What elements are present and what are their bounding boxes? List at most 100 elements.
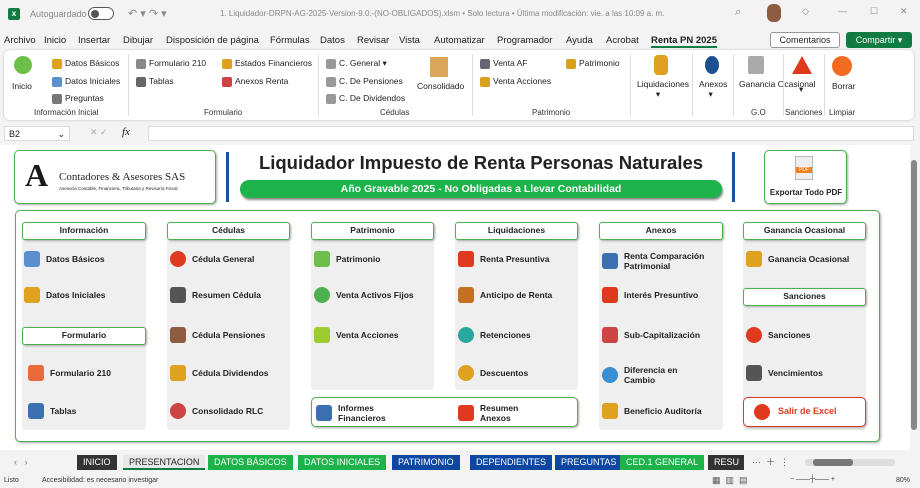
sheet-tab[interactable]: DATOS BÁSICOS bbox=[208, 455, 293, 470]
ribbon-c-pensiones[interactable]: C. De Pensiones bbox=[326, 76, 403, 87]
sheet-nav-arrows[interactable]: ‹ › bbox=[14, 457, 28, 467]
menu-datos[interactable]: Datos bbox=[320, 35, 345, 46]
item-anticipo[interactable]: Anticipo de Renta bbox=[458, 287, 583, 303]
vertical-scrollbar[interactable] bbox=[910, 150, 918, 450]
home-icon[interactable] bbox=[14, 56, 32, 74]
item-resumen-cedula[interactable]: Resumen Cédula bbox=[170, 287, 295, 303]
ribbon-c-general[interactable]: C. General ▾ bbox=[326, 58, 387, 69]
item-vencimientos[interactable]: Vencimientos bbox=[746, 365, 871, 381]
search-icon[interactable]: ⌕ bbox=[735, 6, 741, 19]
item-informes-financieros[interactable]: Informes Financieros bbox=[316, 403, 441, 423]
menu-dibujar[interactable]: Dibujar bbox=[123, 35, 153, 46]
menu-programador[interactable]: Programador bbox=[497, 35, 552, 46]
fx-icon[interactable]: fx bbox=[122, 126, 130, 138]
section-liquidaciones: Liquidaciones bbox=[455, 222, 578, 240]
item-renta-comparacion[interactable]: Renta Comparación Patrimonial bbox=[602, 251, 727, 271]
ribbon-anexos[interactable]: Anexos ▾ bbox=[699, 79, 727, 100]
formula-input[interactable] bbox=[148, 126, 914, 141]
menu-automatizar[interactable]: Automatizar bbox=[434, 35, 485, 46]
ribbon-c-dividendos[interactable]: C. De Dividendos bbox=[326, 93, 405, 104]
menu-vista[interactable]: Vista bbox=[399, 35, 420, 46]
comments-button[interactable]: Comentarios bbox=[770, 32, 840, 48]
autosave-toggle[interactable] bbox=[88, 7, 114, 20]
menu-archivo[interactable]: Archivo bbox=[4, 35, 36, 46]
sheet-tab[interactable]: DATOS INICIALES bbox=[298, 455, 387, 470]
add-sheet-button[interactable]: ⋯ ＋ ⋮ bbox=[752, 455, 789, 468]
item-ganancia-ocasional[interactable]: Ganancia Ocasional bbox=[746, 251, 871, 267]
ribbon-inicio[interactable]: Inicio bbox=[12, 81, 32, 91]
ribbon-datos-iniciales[interactable]: Datos Iniciales bbox=[52, 76, 120, 87]
logo-mark: A bbox=[25, 157, 49, 193]
item-resumen-anexos[interactable]: Resumen Anexos bbox=[458, 403, 583, 423]
item-beneficio-auditoria[interactable]: Beneficio Auditoría bbox=[602, 403, 727, 419]
menu-disposicion[interactable]: Disposición de página bbox=[166, 35, 259, 46]
formula-bar: B2 ⌄ ✕ ✓ fx bbox=[0, 124, 920, 142]
exit-excel-button[interactable]: Salir de Excel bbox=[743, 397, 866, 427]
sheet-tab[interactable]: INICIO bbox=[77, 455, 117, 470]
warning-icon[interactable] bbox=[792, 56, 812, 74]
item-cedula-dividendos[interactable]: Cédula Dividendos bbox=[170, 365, 295, 381]
sanciones-dropdown[interactable]: ▾ bbox=[799, 84, 803, 95]
sheet-tab[interactable]: PRESENTACION bbox=[123, 455, 206, 470]
section-patrimonio: Patrimonio bbox=[311, 222, 434, 240]
undo-icon[interactable]: ↶ ▾ ↷ ▾ bbox=[128, 7, 167, 20]
menu-renta-pn[interactable]: Renta PN 2025 bbox=[651, 35, 718, 48]
diamond-icon[interactable]: ◇ bbox=[802, 6, 809, 17]
item-subcapitalizacion[interactable]: Sub-Capitalización bbox=[602, 327, 727, 343]
item-patrimonio[interactable]: Patrimonio bbox=[314, 251, 439, 267]
item-sanciones[interactable]: Sanciones bbox=[746, 327, 871, 343]
ribbon-ganancia-ocasional[interactable]: Ganancia Ocasional bbox=[739, 79, 816, 89]
minimize-icon[interactable]: — bbox=[838, 6, 847, 16]
item-formulario210[interactable]: Formulario 210 bbox=[28, 365, 153, 381]
cancel-enter-icons[interactable]: ✕ ✓ bbox=[90, 127, 108, 138]
ribbon-venta-af[interactable]: Venta AF bbox=[480, 58, 528, 69]
ribbon-patrimonio[interactable]: Patrimonio bbox=[566, 58, 620, 69]
view-buttons[interactable]: ▦ ▥ ▤ bbox=[712, 475, 748, 486]
item-descuentos[interactable]: Descuentos bbox=[458, 365, 583, 381]
ribbon-consolidado[interactable]: Consolidado bbox=[417, 81, 464, 91]
menu-revisar[interactable]: Revisar bbox=[357, 35, 389, 46]
menu-acrobat[interactable]: Acrobat bbox=[606, 35, 639, 46]
group-go: G.O bbox=[751, 108, 766, 117]
menu-inicio[interactable]: Inicio bbox=[44, 35, 66, 46]
item-consolidado-rlc[interactable]: Consolidado RLC bbox=[170, 403, 295, 419]
export-pdf-button[interactable]: PDF Exportar Todo PDF bbox=[764, 150, 847, 204]
menu-ayuda[interactable]: Ayuda bbox=[566, 35, 593, 46]
ribbon-liquidaciones[interactable]: Liquidaciones ▾ bbox=[637, 79, 689, 100]
item-cedula-pensiones[interactable]: Cédula Pensiones bbox=[170, 327, 295, 343]
item-datos-iniciales[interactable]: Datos Iniciales bbox=[24, 287, 149, 303]
close-icon[interactable]: ✕ bbox=[900, 6, 908, 17]
ribbon-borrar[interactable]: Borrar bbox=[832, 81, 856, 91]
menu-formulas[interactable]: Fórmulas bbox=[270, 35, 310, 46]
sheet-tab[interactable]: PATRIMONIO bbox=[392, 455, 460, 470]
item-tablas[interactable]: Tablas bbox=[28, 403, 153, 419]
accessibility-status[interactable]: Accesibilidad: es necesario investigar bbox=[42, 477, 158, 484]
avatar[interactable] bbox=[767, 4, 781, 22]
sheet-tab[interactable]: CED.1 GENERAL bbox=[620, 455, 705, 470]
maximize-icon[interactable]: ☐ bbox=[870, 6, 878, 17]
ribbon-venta-acciones[interactable]: Venta Acciones bbox=[480, 76, 551, 87]
item-diferencia-cambio[interactable]: Diferencia en Cambio bbox=[602, 365, 727, 385]
ribbon-anexos-renta[interactable]: Anexos Renta bbox=[222, 76, 288, 87]
item-cedula-general[interactable]: Cédula General bbox=[170, 251, 295, 267]
ribbon-tablas[interactable]: Tablas bbox=[136, 76, 174, 87]
ribbon-formulario210[interactable]: Formulario 210 bbox=[136, 58, 206, 69]
share-button[interactable]: Compartir ▾ bbox=[846, 32, 912, 48]
ribbon-datos-basicos[interactable]: Datos Básicos bbox=[52, 58, 119, 69]
share-label: Compartir bbox=[855, 35, 896, 45]
menu-insertar[interactable]: Insertar bbox=[78, 35, 110, 46]
item-venta-activos[interactable]: Venta Activos Fijos bbox=[314, 287, 439, 303]
horizontal-scrollbar[interactable] bbox=[805, 459, 895, 466]
item-interes-presuntivo[interactable]: Interés Presuntivo bbox=[602, 287, 727, 303]
item-retenciones[interactable]: Retenciones bbox=[458, 327, 583, 343]
item-datos-basicos[interactable]: Datos Básicos bbox=[24, 251, 149, 267]
ribbon-estados-financieros[interactable]: Estados Financieros bbox=[222, 58, 312, 69]
sheet-tab[interactable]: PREGUNTAS bbox=[555, 455, 623, 470]
name-box[interactable]: B2 ⌄ bbox=[4, 126, 70, 141]
sheet-tab[interactable]: DEPENDIENTES bbox=[470, 455, 553, 470]
zoom-slider[interactable]: − ——┼—— + bbox=[790, 476, 835, 483]
ribbon-preguntas[interactable]: Preguntas bbox=[52, 93, 104, 104]
item-venta-acciones[interactable]: Venta Acciones bbox=[314, 327, 439, 343]
sheet-tab[interactable]: RESU bbox=[708, 455, 744, 470]
item-renta-presuntiva[interactable]: Renta Presuntiva bbox=[458, 251, 583, 267]
